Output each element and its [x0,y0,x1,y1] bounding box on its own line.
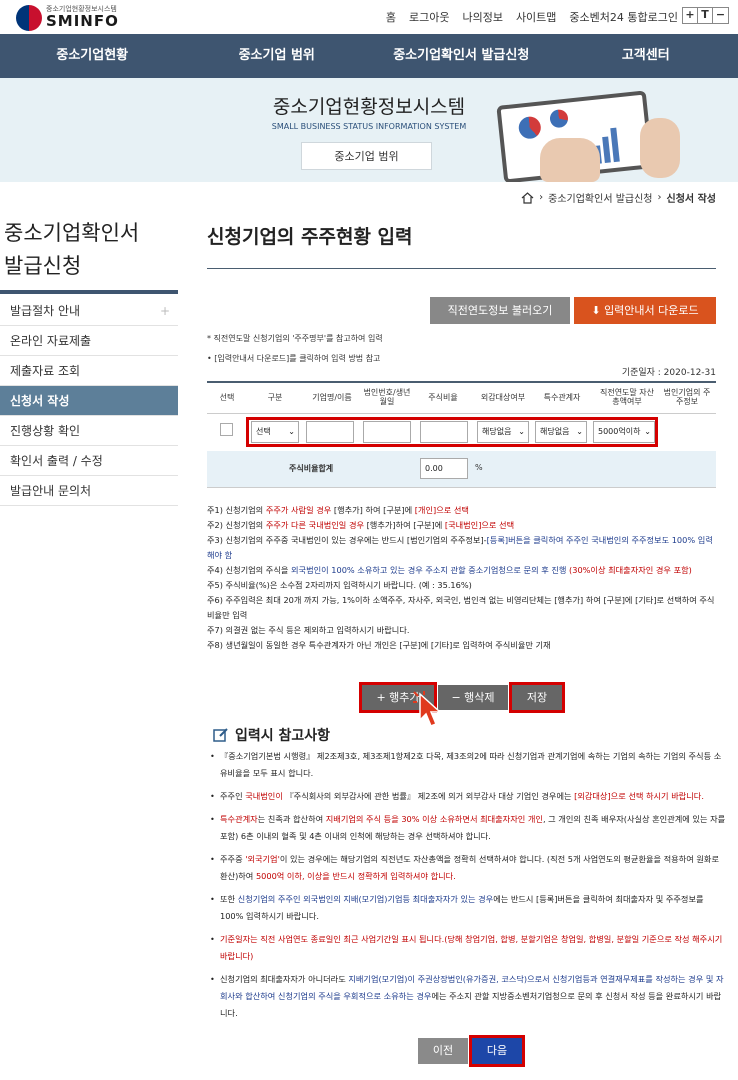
save-button[interactable]: 저장 [509,682,565,713]
col-header-name: 기업명/이름 [312,393,352,402]
col-header-related: 특수관계자 [543,393,581,402]
sidebar-item-progress[interactable]: 진행상황 확인 [0,416,178,446]
col-header-ratio: 주식비율 [428,393,458,402]
page-title: 신청기업의 주주현황 입력 [207,226,413,248]
col-header-regno: 법인번호/생년월일 [363,388,411,406]
sitemap-link[interactable]: 사이트맵 [516,9,556,25]
reference-item: 신청기업의 최대출자자가 아니더라도 지배기업(모기업)이 주권상장법인(유가증… [210,971,728,1022]
sidebar-title: 중소기업확인서 발급신청 [4,221,140,278]
hero-banner: 중소기업현황정보시스템 SMALL BUSINESS STATUS INFORM… [0,78,738,182]
total-ratio-field: 0.00 [420,458,468,479]
chevron-right-icon: › [657,192,662,203]
reference-item: 『중소기업기본법 시행령』 제2조제3호, 제3조제1항제2호 다목, 제3조의… [210,748,728,782]
reference-item: 특수관계자는 친족과 합산하여 지배기업의 주식 등을 30% 이상 소유하면서… [210,811,728,845]
site-logo[interactable]: 중소기업현황정보시스템 SMINFO [16,2,146,32]
col-header-audit: 외감대상여부 [480,393,526,402]
nav-sme-scope[interactable]: 중소기업 범위 [185,34,370,78]
download-guide-button[interactable]: ⬇ 입력안내서 다운로드 [574,297,716,324]
load-previous-year-button[interactable]: 직전연도정보 불러오기 [430,297,570,324]
top-links: 홈 로그아웃 나의정보 사이트맵 중소벤처24 통합로그인 [386,9,678,25]
instruction-note: • [입력안내서 다운로드]를 클릭하여 입력 방법 참고 [207,354,381,363]
font-decrease-button[interactable]: − [713,8,728,23]
nav-certificate-apply[interactable]: 중소기업확인서 발급신청 [369,34,554,78]
sidebar-menu: 발급절차 안내 + 온라인 자료제출 제출자료 조회 신청서 작성 진행상황 확인… [0,296,178,506]
sidebar-divider [0,290,178,294]
next-button[interactable]: 다음 [469,1035,525,1067]
notes-list: 주1) 신청기업의 주주가 사람일 경우 [행추가] 하여 [구분]에 [개인]… [207,503,716,653]
sidebar-item-issue-procedure[interactable]: 발급절차 안내 + [0,296,178,326]
col-header-assets: 직전연도말 자산총액여부 [599,388,655,406]
note-item: 주6) 주주입력은 최대 20개 까지 가능, 1%이하 소액주주, 자사주, … [207,595,715,620]
highlight-box [246,417,658,447]
chevron-right-icon: › [539,192,544,203]
note-item: 주2) 신청기업의 주주가 다른 국내법인일 경우 [행추가]하여 [구분]에 … [207,520,515,530]
col-header-select: 선택 [219,393,235,402]
font-reset-button[interactable]: T [698,8,713,23]
note-item: 주8) 생년월일이 동일한 경우 특수관계자가 아닌 개인은 [구분]에 [기타… [207,640,551,650]
reference-item: 또한 신청기업의 주주인 외국법인의 지배(모기업)기업등 최대출자자가 있는 … [210,891,728,925]
reference-item: 기준일자는 직전 사업연도 종료일인 최근 사업기간일 표시 됩니다.(당해 창… [210,931,728,965]
total-unit: % [475,463,483,472]
hand-illustration [640,118,680,178]
breadcrumb: › 중소기업확인서 발급신청 › 신청서 작성 [521,190,716,205]
sidebar-item-print-edit[interactable]: 확인서 출력 / 수정 [0,446,178,476]
logo-title: SMINFO [46,12,119,30]
breadcrumb-current: 신청서 작성 [666,194,716,205]
table-top-border [207,381,716,383]
reference-title: 입력시 참고사항 [213,725,330,745]
font-size-controls: + T − [682,7,729,24]
sidebar-item-application[interactable]: 신청서 작성 [0,386,178,416]
sidebar-item-submitted-lookup[interactable]: 제출자료 조회 [0,356,178,386]
home-icon[interactable] [521,191,534,204]
reference-list: 『중소기업기본법 시행령』 제2조제3호, 제3조제1항제2호 다목, 제3조의… [210,748,728,1028]
base-date: 기준일자 : 2020-12-31 [621,368,716,378]
main-nav: 중소기업현황 중소기업 범위 중소기업확인서 발급신청 고객센터 [0,34,738,78]
font-increase-button[interactable]: + [683,8,698,23]
emblem-icon [16,5,42,31]
instruction-note: * 직전연도말 신청기업의 '주주명부'를 참고하여 입력 [207,334,383,343]
click-cursor-icon [413,691,442,727]
note-item: 주3) 신청기업의 주주중 국내법인이 있는 경우에는 반드시 [법인기업의 주… [207,535,713,560]
sme24-login-link[interactable]: 중소벤처24 통합로그인 [569,9,678,25]
top-bar: 중소기업현황정보시스템 SMINFO 홈 로그아웃 나의정보 사이트맵 중소벤처… [0,0,738,34]
header-divider [207,413,716,414]
note-item: 주5) 주식비율(%)은 소수점 2자리까지 입력하시기 바랍니다. (예 : … [207,580,472,590]
note-item: 주4) 신청기업의 주식을 외국법인이 100% 소유하고 있는 경우 주소지 … [207,565,692,575]
download-icon: ⬇ [591,304,605,317]
nav-customer-center[interactable]: 고객센터 [554,34,738,78]
row-select-checkbox[interactable] [220,423,233,436]
title-divider [207,268,716,269]
note-item: 주7) 의결권 없는 주식 등은 제외하고 입력하시기 바랍니다. [207,625,410,635]
col-header-shareholder-info: 법인기업의 주주정보 [663,388,711,406]
nav-sme-status[interactable]: 중소기업현황 [0,34,185,78]
breadcrumb-item[interactable]: 중소기업확인서 발급신청 [548,190,652,205]
edit-icon [213,728,228,742]
home-link[interactable]: 홈 [386,9,396,25]
reference-item: 주주인 국내법인이 『주식회사의 외부감사에 관한 법률』 제2조에 의거 외부… [210,788,728,805]
plus-icon: + [159,304,170,318]
total-label: 주식비율합계 [289,464,334,473]
reference-item: 주주중 '외국기업'이 있는 경우에는 해당기업의 직전년도 자산총액을 정확히… [210,851,728,885]
sidebar-item-contact[interactable]: 발급안내 문의처 [0,476,178,506]
banner-scope-button[interactable]: 중소기업 범위 [301,142,432,170]
note-item: 주1) 신청기업의 주주가 사람일 경우 [행추가] 하여 [구분]에 [개인]… [207,505,469,515]
previous-button[interactable]: 이전 [418,1038,468,1064]
logout-link[interactable]: 로그아웃 [409,9,449,25]
sidebar-item-online-submit[interactable]: 온라인 자료제출 [0,326,178,356]
hand-illustration [540,138,600,182]
my-info-link[interactable]: 나의정보 [462,9,502,25]
col-header-type: 구분 [267,393,283,402]
